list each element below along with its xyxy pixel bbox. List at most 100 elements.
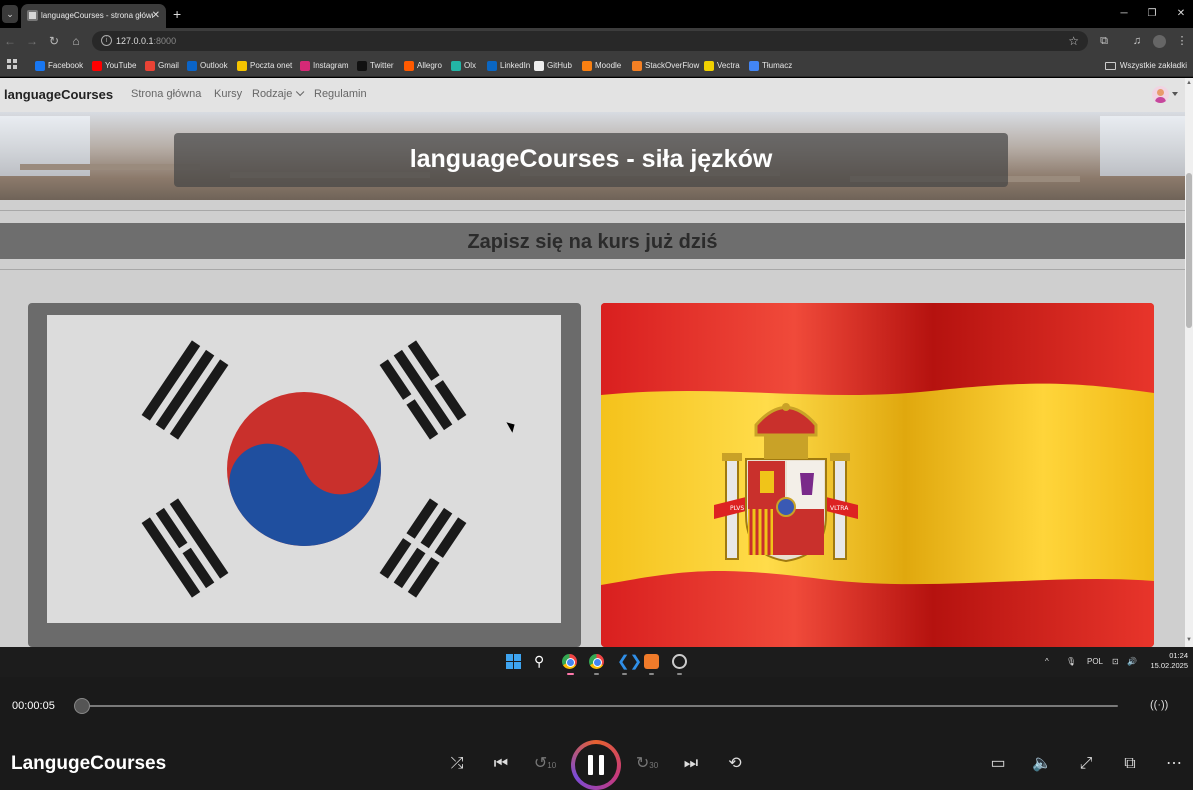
bookmark-facebook[interactable]: Facebook bbox=[35, 58, 83, 73]
cta-heading: Zapisz się na kurs już dziś bbox=[467, 231, 718, 253]
course-card-spanish[interactable]: PLVS VLTRA bbox=[601, 303, 1154, 647]
bookmark-label: GitHub bbox=[547, 61, 572, 70]
site-navbar: languageCourses Strona główna Kursy Rodz… bbox=[0, 78, 1185, 112]
bookmark-favicon-icon bbox=[187, 60, 197, 71]
nav-link-home[interactable]: Strona główna bbox=[131, 88, 201, 100]
bookmark-twitter[interactable]: Twitter bbox=[357, 58, 394, 73]
hero-title: languageCourses - siła jęzków bbox=[409, 145, 773, 173]
bookmark-label: Poczta onet bbox=[250, 61, 293, 70]
browser-profile-icon[interactable] bbox=[1153, 35, 1166, 48]
network-icon[interactable]: ⊡ bbox=[1112, 655, 1119, 669]
start-menu-icon[interactable] bbox=[506, 654, 521, 669]
previous-icon[interactable]: ⏮ bbox=[489, 754, 513, 774]
bookmark-gmail[interactable]: Gmail bbox=[145, 58, 179, 73]
bookmark-star-icon[interactable]: ☆ bbox=[1068, 33, 1079, 49]
new-tab-button[interactable]: + bbox=[173, 6, 181, 22]
tray-overflow-icon[interactable]: ^ bbox=[1045, 655, 1049, 669]
bookmark-youtube[interactable]: YouTube bbox=[92, 58, 136, 73]
subtitles-icon[interactable]: ▭ bbox=[986, 754, 1010, 774]
chrome-icon[interactable] bbox=[562, 654, 577, 669]
bookmark-stackoverflow[interactable]: StackOverFlow bbox=[632, 58, 699, 73]
site-brand[interactable]: languageCourses bbox=[4, 87, 113, 102]
bookmark-linkedin[interactable]: LinkedIn bbox=[487, 58, 530, 73]
bookmark-t-umacz[interactable]: Tłumacz bbox=[749, 58, 792, 73]
skip-forward-button[interactable]: ↻30 bbox=[635, 754, 659, 776]
bookmark-favicon-icon bbox=[92, 60, 102, 71]
mini-player-icon[interactable]: ⧉ bbox=[1118, 754, 1142, 774]
tab-search-button[interactable]: ⌄ bbox=[2, 5, 18, 23]
bookmark-outlook[interactable]: Outlook bbox=[187, 58, 228, 73]
bookmark-favicon-icon bbox=[632, 60, 642, 71]
avatar-dropdown-icon[interactable] bbox=[1172, 92, 1178, 96]
video-title: LangugeCourses bbox=[11, 753, 167, 774]
divider bbox=[0, 210, 1185, 211]
seek-bar[interactable] bbox=[82, 705, 1118, 707]
skip-back-button[interactable]: ↺10 bbox=[533, 754, 557, 776]
site-info-icon[interactable]: i bbox=[101, 35, 112, 46]
media-control-icon[interactable]: ♫ bbox=[1130, 33, 1144, 49]
nav-dropdown-types[interactable]: Rodzaje bbox=[252, 87, 305, 100]
input-language[interactable]: POL bbox=[1087, 655, 1103, 669]
system-clock[interactable]: 01:24 15.02.2025 bbox=[1148, 651, 1188, 671]
recorder-icon[interactable] bbox=[672, 654, 687, 669]
volume-icon[interactable]: 🔊 bbox=[1127, 655, 1137, 669]
search-icon[interactable]: ⚲ bbox=[534, 654, 549, 669]
seek-thumb[interactable] bbox=[74, 698, 90, 714]
cast-icon[interactable]: ((·)) bbox=[1150, 699, 1168, 711]
bookmark-instagram[interactable]: Instagram bbox=[300, 58, 349, 73]
microphone-icon[interactable]: 🎙 bbox=[1066, 655, 1076, 669]
course-card-korean[interactable] bbox=[28, 303, 581, 647]
browser-tab-strip: ⌄ languageCourses - strona główna ✕ + ─ … bbox=[0, 0, 1193, 28]
vscode-icon[interactable]: ❮❯ bbox=[617, 654, 642, 669]
back-arrow-icon[interactable]: ← bbox=[3, 33, 17, 49]
hero-title-box: languageCourses - siła jęzków bbox=[174, 133, 1008, 187]
bookmark-poczta-onet[interactable]: Poczta onet bbox=[237, 58, 292, 73]
repeat-off-icon[interactable]: ⟲ bbox=[723, 754, 747, 774]
coat-motto-left: PLVS bbox=[730, 505, 744, 512]
bookmark-label: Allegro bbox=[417, 61, 442, 70]
pause-button[interactable] bbox=[571, 740, 621, 790]
chrome-icon[interactable] bbox=[589, 654, 604, 669]
korea-flag-image bbox=[47, 315, 561, 623]
xampp-icon[interactable] bbox=[644, 654, 659, 669]
browser-tab[interactable]: languageCourses - strona główna ✕ bbox=[21, 4, 166, 28]
bookmark-favicon-icon bbox=[451, 60, 461, 71]
restore-window-button[interactable]: ❐ bbox=[1145, 7, 1159, 21]
tab-title: languageCourses - strona główna bbox=[41, 11, 153, 20]
bookmark-label: Twitter bbox=[370, 61, 394, 70]
bookmark-favicon-icon bbox=[145, 60, 155, 71]
address-bar[interactable]: i 127.0.0.1:8000 ☆ bbox=[92, 31, 1088, 51]
nav-link-rules[interactable]: Regulamin bbox=[314, 88, 367, 100]
bookmark-favicon-icon bbox=[582, 60, 592, 71]
scroll-up-icon[interactable]: ▲ bbox=[1186, 80, 1192, 86]
nav-link-courses[interactable]: Kursy bbox=[214, 88, 242, 100]
apps-grid-icon[interactable] bbox=[7, 59, 17, 69]
bookmark-allegro[interactable]: Allegro bbox=[404, 58, 442, 73]
bookmark-label: Gmail bbox=[158, 61, 179, 70]
scroll-thumb[interactable] bbox=[1186, 173, 1192, 328]
hero-background-window bbox=[1100, 116, 1185, 176]
extensions-icon[interactable]: ⧉ bbox=[1097, 33, 1111, 49]
volume-icon[interactable]: 🔈 bbox=[1030, 754, 1054, 774]
scroll-down-icon[interactable]: ▼ bbox=[1186, 637, 1192, 643]
all-bookmarks-button[interactable]: Wszystkie zakładki bbox=[1104, 58, 1187, 73]
close-window-button[interactable]: ✕ bbox=[1174, 7, 1188, 21]
next-icon[interactable]: ⏭ bbox=[679, 754, 703, 774]
browser-menu-icon[interactable]: ⋮ bbox=[1175, 33, 1189, 49]
bookmark-github[interactable]: GitHub bbox=[534, 58, 572, 73]
shuffle-icon[interactable]: ⤮ bbox=[445, 754, 469, 774]
bookmark-moodle[interactable]: Moodle bbox=[582, 58, 621, 73]
page-scrollbar[interactable]: ▲ ▼ bbox=[1185, 78, 1193, 647]
fullscreen-icon[interactable]: ⤢ bbox=[1074, 754, 1098, 774]
forward-arrow-icon[interactable]: → bbox=[25, 33, 39, 49]
bookmark-label: Instagram bbox=[313, 61, 349, 70]
reload-icon[interactable]: ↻ bbox=[47, 33, 61, 49]
minimize-window-button[interactable]: ─ bbox=[1117, 7, 1131, 21]
home-icon[interactable]: ⌂ bbox=[69, 33, 83, 49]
bookmark-vectra[interactable]: Vectra bbox=[704, 58, 740, 73]
more-options-icon[interactable]: ⋯ bbox=[1162, 754, 1186, 774]
bookmark-olx[interactable]: Olx bbox=[451, 58, 476, 73]
user-avatar[interactable] bbox=[1152, 86, 1169, 103]
close-tab-icon[interactable]: ✕ bbox=[152, 9, 160, 23]
current-time: 00:00:05 bbox=[12, 700, 55, 712]
